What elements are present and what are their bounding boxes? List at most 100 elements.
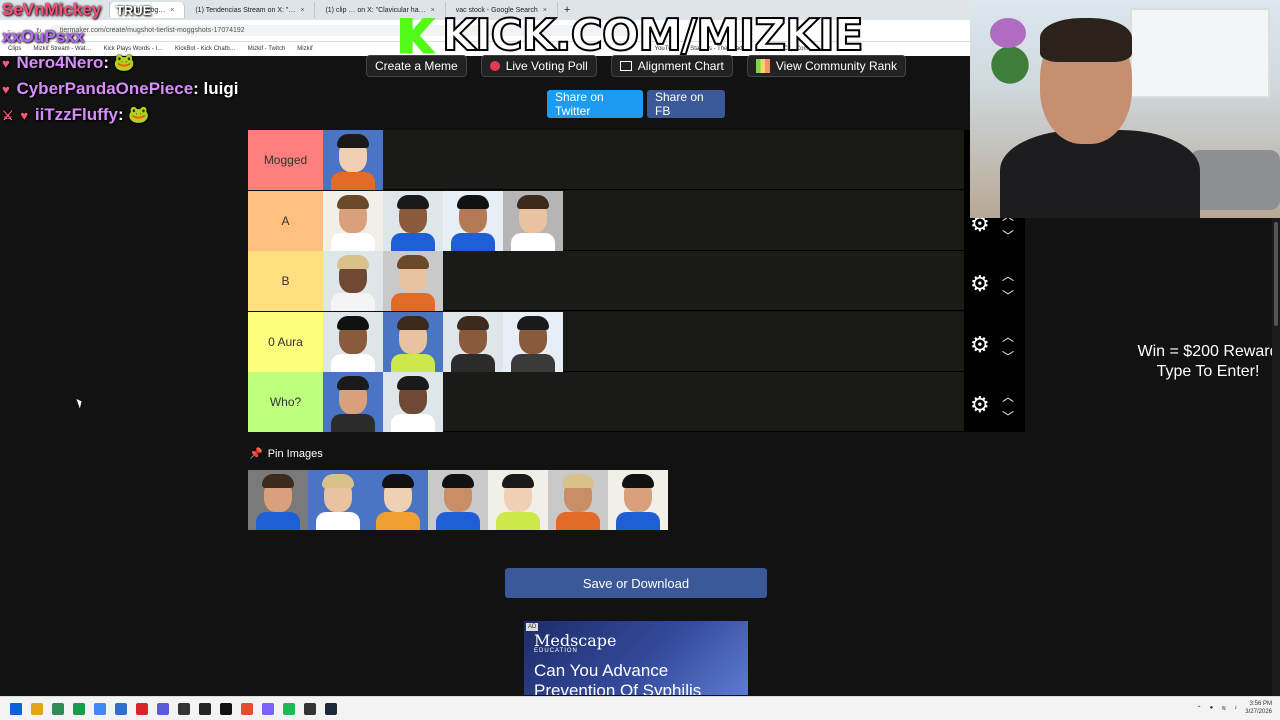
bookmark-item[interactable]: Mizkif - Twitch [248,46,286,52]
edge-icon[interactable] [115,702,127,715]
gear-icon[interactable]: ⚙ [970,392,990,418]
mugshot-image[interactable] [248,470,308,530]
mugshot-hair [397,315,429,330]
chevron-up-icon[interactable]: ︿ [1002,388,1014,405]
clock[interactable]: 3:56 PM 3/27/2026 [1245,700,1272,716]
tier-items[interactable] [323,190,964,251]
tier-row: Mogged [248,130,964,190]
app-icon[interactable] [220,702,232,715]
mugshot-image[interactable] [323,311,383,372]
tier-control: ⚙ ︿ ﹀ [964,372,1025,432]
tier-row: A [248,190,964,251]
mugshot-image[interactable] [608,470,668,530]
chevron-down-icon[interactable]: ﹀ [1002,227,1014,244]
promo-overlay: Win = $200 Reward Type To Enter! [1128,342,1280,382]
mugshot-image[interactable] [308,470,368,530]
bookmark-item[interactable]: KickBot - Kick Chatb… [175,46,236,52]
mugshot-image[interactable] [323,251,383,311]
gear-icon[interactable]: ⚙ [970,271,990,297]
kick-url-text: KICK.COM/MIZKIE [441,9,865,62]
mugshot-image[interactable] [443,190,503,251]
app-icon[interactable] [157,702,169,715]
tier-items[interactable] [323,372,964,432]
chrome-icon[interactable] [94,702,106,715]
steam-icon[interactable] [325,702,337,715]
volume-icon[interactable]: ♪ [1234,705,1237,711]
save-download-button[interactable]: Save or Download [505,568,767,598]
mugshot-image[interactable] [323,130,383,190]
chevron-up-icon[interactable]: ︿ [1002,328,1014,345]
chevron-down-icon[interactable]: ﹀ [1002,408,1014,425]
mugshot-image[interactable] [503,190,563,251]
discord-icon[interactable] [262,702,274,715]
chevron-down-icon[interactable]: ﹀ [1002,287,1014,304]
tier-label[interactable]: A [248,190,323,251]
chevron-down-icon[interactable]: ﹀ [1002,348,1014,365]
mugshot-hair [502,474,534,488]
mugshot-image[interactable] [488,470,548,530]
webcam-feed [970,0,1280,218]
tier-items[interactable] [323,311,964,372]
chat-message: xxOuPsxx [2,27,84,47]
file-explorer-icon[interactable] [31,702,43,715]
mugshot-image[interactable] [323,190,383,251]
bookmark-item[interactable]: Mizkif [297,46,312,52]
tier-label[interactable]: Mogged [248,130,323,190]
mugshot-hair [337,255,369,269]
tier-label[interactable]: 0 Aura [248,311,323,372]
mugshot-image[interactable] [443,311,503,372]
windows-icon[interactable] [10,702,22,715]
tier-label[interactable]: B [248,251,323,311]
obs-icon[interactable] [178,702,190,715]
spotify-icon[interactable] [283,702,295,715]
mugshot-hair [397,376,429,390]
tier-items[interactable] [323,130,964,190]
mugshot-image[interactable] [368,470,428,530]
mugshot-shirt [511,232,555,251]
tier-label[interactable]: Who? [248,372,323,432]
app-icon[interactable] [52,702,64,715]
bookmark-item[interactable]: Kick Plays Words - I… [103,46,163,52]
mugshot-shirt [556,512,600,530]
tab-tendencias[interactable]: (1) Tendencias Stream on X: "… × [185,2,316,18]
mugshot-image[interactable] [383,190,443,251]
mugshot-hair [457,315,489,330]
mugshot-shirt [331,232,375,251]
chat-text: TRUE [115,3,152,18]
close-icon[interactable]: × [170,7,174,14]
gear-icon[interactable]: ⚙ [970,332,990,358]
share-facebook-button[interactable]: Share on FB [647,90,725,118]
mugshot-image[interactable] [503,311,563,372]
ad-headline-line: Can You Advance [534,661,669,680]
kick-icon[interactable] [73,702,85,715]
scroll-thumb[interactable] [1274,222,1278,326]
share-twitter-button[interactable]: Share on Twitter [547,90,643,118]
mic-icon[interactable]: ● [1210,705,1214,711]
mugshot-shirt [496,512,540,530]
mugshot-image[interactable] [428,470,488,530]
taskbar-icons [0,702,337,715]
app-icon[interactable] [136,702,148,715]
mugshot-image[interactable] [383,311,443,372]
sword-badge-icon: ⚔ [2,108,14,123]
mugshot-image[interactable] [323,372,383,432]
close-icon[interactable]: × [300,7,304,14]
webcam-hair [1040,18,1132,62]
share-buttons: Share on Twitter Share on FB [547,90,725,118]
mugshot-image[interactable] [383,372,443,432]
mugshot-image[interactable] [548,470,608,530]
tier-items[interactable] [323,251,964,311]
mugshot-hair [457,194,489,209]
mugshot-hair [337,376,369,390]
app-icon[interactable] [304,702,316,715]
app-icon[interactable] [241,702,253,715]
clock-time: 3:56 PM [1249,701,1272,707]
wifi-icon[interactable]: ≋ [1221,705,1226,712]
chevron-up-icon[interactable]: ⌃ [1197,705,1202,712]
button-label: View Community Rank [775,59,897,73]
chevron-up-icon[interactable]: ︿ [1002,267,1014,284]
app-icon[interactable] [199,702,211,715]
chat-message: SeVnMickey TRUE [2,0,151,20]
ad-banner[interactable]: AD Medscape EDUCATION Can You Advance Pr… [524,621,748,695]
mugshot-image[interactable] [383,251,443,311]
